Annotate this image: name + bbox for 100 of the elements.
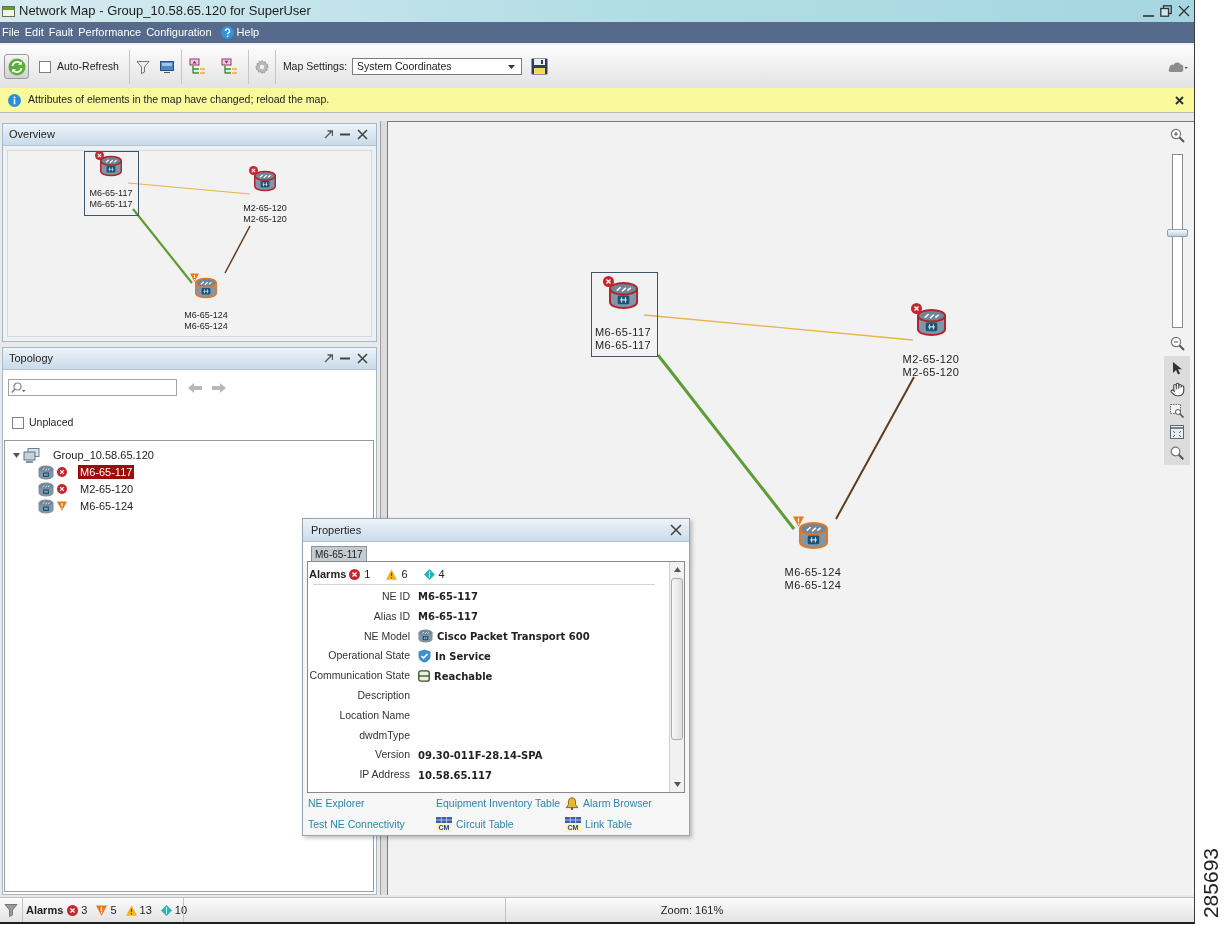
expanded-caret-icon[interactable] xyxy=(13,452,20,458)
close-icon[interactable] xyxy=(357,129,368,140)
filter-icon[interactable] xyxy=(135,59,150,74)
split-box-icon xyxy=(418,670,430,683)
map-settings-select[interactable]: System Coordinates xyxy=(352,58,523,75)
error-icon xyxy=(67,904,79,916)
tree-item[interactable]: M2-65-120 xyxy=(78,482,136,497)
menu-item[interactable]: Configuration xyxy=(146,24,212,41)
link[interactable]: Link Table xyxy=(585,816,633,833)
search-field[interactable] xyxy=(8,379,177,396)
node-label: M6-65-124 xyxy=(184,310,228,321)
minimize-icon[interactable] xyxy=(340,357,350,360)
save-icon[interactable] xyxy=(531,58,549,75)
node-label: M2-65-120 xyxy=(902,353,960,366)
zoom-slider[interactable] xyxy=(1166,154,1188,328)
tree-down-icon[interactable] xyxy=(220,58,238,75)
network-device-icon xyxy=(915,308,947,337)
link[interactable]: Test NE Connectivity xyxy=(308,816,405,833)
close-icon[interactable] xyxy=(1178,5,1190,17)
help-icon xyxy=(220,26,234,39)
tree-up-icon[interactable] xyxy=(188,58,206,75)
tree-item[interactable]: M6-65-117 xyxy=(78,465,135,480)
info-message: Attributes of elements in the map have changed; reload the map. xyxy=(28,92,330,108)
field-label: Map Settings: xyxy=(282,58,348,74)
alarm-count: 5 xyxy=(110,902,117,918)
link[interactable]: Circuit Table xyxy=(456,816,514,833)
panel-title: Overview xyxy=(9,127,56,143)
field-label: Description xyxy=(356,688,410,703)
link[interactable]: NE Explorer xyxy=(308,795,365,812)
window-icon xyxy=(2,5,15,17)
undock-icon[interactable] xyxy=(324,354,333,363)
network-device-icon xyxy=(607,281,639,310)
field-value: 10.58.65.117 xyxy=(418,768,493,783)
slider-thumb[interactable] xyxy=(1166,228,1188,237)
caret-icon xyxy=(508,64,516,69)
close-icon[interactable] xyxy=(1175,95,1184,105)
menu-item[interactable]: Performance xyxy=(78,24,142,41)
magnifier-icon[interactable] xyxy=(1170,446,1184,460)
refresh-button[interactable] xyxy=(4,54,29,79)
search-icon xyxy=(11,381,26,394)
filter-icon[interactable] xyxy=(4,903,18,917)
hand-icon[interactable] xyxy=(1169,382,1185,397)
node-label: M6-65-124 xyxy=(184,321,228,332)
field-label: Communication State xyxy=(308,668,410,684)
checkbox[interactable] xyxy=(12,416,24,429)
scroll-up-icon[interactable] xyxy=(673,567,681,572)
menu-item[interactable]: Help xyxy=(220,24,260,41)
down-triangle-icon xyxy=(190,273,199,282)
link[interactable]: Alarm Browser xyxy=(583,795,652,812)
tree-item[interactable]: M6-65-124 xyxy=(78,499,136,514)
field-label: Alias ID xyxy=(372,608,410,624)
warning-icon xyxy=(125,904,137,916)
window-title: Properties xyxy=(311,522,363,538)
close-icon[interactable] xyxy=(357,353,368,364)
menu-item[interactable]: Edit xyxy=(24,24,44,41)
maximize-icon[interactable] xyxy=(1160,5,1172,17)
field-label: Version xyxy=(373,747,410,763)
menu-item[interactable]: File xyxy=(2,24,20,41)
bell-icon xyxy=(565,797,579,811)
alarm-count: 13 xyxy=(139,902,152,918)
field-value: M6-65-117 xyxy=(418,590,478,605)
alarm-count: 4 xyxy=(438,567,445,583)
zoom-level: Zoom: 161% xyxy=(660,902,724,918)
field-value: M6-65-117 xyxy=(418,610,478,625)
node-label: M6-65-117 xyxy=(89,199,133,210)
monitor-icon[interactable] xyxy=(159,60,174,73)
zoom-in-icon[interactable] xyxy=(1169,128,1185,143)
error-icon xyxy=(95,151,104,160)
refresh-icon xyxy=(7,57,26,76)
field-label: NE Model xyxy=(362,628,410,644)
zoom-area-icon[interactable] xyxy=(1170,404,1184,418)
down-triangle-icon xyxy=(96,904,108,916)
error-icon xyxy=(349,569,361,580)
minimize-icon[interactable] xyxy=(340,133,350,136)
error-icon xyxy=(602,276,614,287)
alarm-count: 3 xyxy=(81,902,88,918)
error-icon xyxy=(57,467,67,478)
diamond-icon xyxy=(423,569,435,580)
cloud-dropdown-icon[interactable] xyxy=(1168,60,1188,73)
network-device-icon xyxy=(38,498,54,514)
pointer-icon[interactable] xyxy=(1170,361,1184,375)
scroll-down-icon[interactable] xyxy=(673,782,681,787)
diamond-icon xyxy=(160,904,172,916)
network-device-icon xyxy=(797,521,829,550)
scrollbar-thumb[interactable] xyxy=(671,578,683,740)
link[interactable]: Equipment Inventory Table xyxy=(436,795,561,812)
node-label: M2-65-120 xyxy=(243,214,287,225)
tree-item[interactable]: Group_10.58.65.120 xyxy=(53,447,154,464)
undock-icon[interactable] xyxy=(324,130,333,139)
close-icon[interactable] xyxy=(670,524,682,536)
node-label: M6-65-117 xyxy=(595,339,651,352)
tab[interactable]: M6-65-117 xyxy=(311,546,367,561)
menu-item[interactable]: Fault xyxy=(48,24,74,41)
zoom-out-icon[interactable] xyxy=(1169,336,1185,351)
checkbox[interactable] xyxy=(39,60,51,73)
network-device-icon xyxy=(99,155,123,177)
info-icon xyxy=(8,93,21,107)
fit-icon[interactable] xyxy=(1170,425,1184,439)
checkbox-label: Auto-Refresh xyxy=(57,58,119,74)
field-value: Reachable xyxy=(434,669,493,684)
